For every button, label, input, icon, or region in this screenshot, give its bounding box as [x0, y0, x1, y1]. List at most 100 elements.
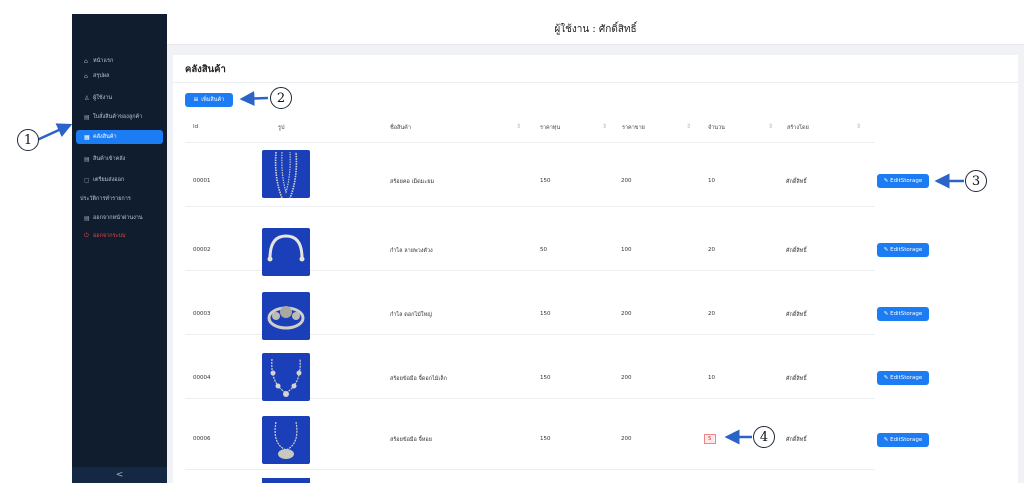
- edit-storage-button[interactable]: ✎ EditStorage: [877, 433, 929, 447]
- product-image: [262, 150, 310, 198]
- sidebar-item-leave-page[interactable]: ▤ ออกจากหน้าผ่านงาน: [76, 211, 163, 225]
- sidebar-item-label: คลังสินค้า: [93, 134, 117, 140]
- current-user-title: ผู้ใช้งาน : ศักดิ์สิทธิ์: [554, 23, 637, 35]
- sidebar-item-label: ประวัติการทำรายการ: [80, 196, 131, 202]
- cell-price: 100: [621, 247, 632, 253]
- home-icon: ⌂: [84, 57, 88, 65]
- cell-created-by: ศักดิ์สิทธิ์: [786, 248, 807, 254]
- product-image: [262, 228, 310, 276]
- product-image: [262, 478, 310, 483]
- sidebar-item-home[interactable]: ⌂ หน้าแรก: [76, 54, 163, 68]
- sidebar-item-label: เตรียมส่งออก: [93, 177, 125, 183]
- sidebar-item-users[interactable]: ♙ ผู้ใช้งาน: [76, 91, 163, 105]
- cell-quantity: 10: [708, 375, 715, 381]
- product-image: [262, 292, 310, 340]
- column-header-image: รูป: [278, 125, 285, 131]
- sidebar-item-logout[interactable]: ⏻ ออกจากระบบ: [76, 229, 163, 243]
- column-header-name[interactable]: ชื่อสินค้า: [390, 124, 411, 132]
- sidebar: ⌂ หน้าแรก ⌂ สรุปผล ♙ ผู้ใช้งาน ▤ ใบสั่งสินค้…: [72, 14, 167, 483]
- document-icon: ▤: [84, 214, 90, 222]
- cell-quantity: 20: [708, 247, 715, 253]
- cell-id: 00004: [193, 375, 211, 381]
- sidebar-item-label: ออกจากหน้าผ่านงาน: [93, 215, 143, 221]
- sort-icon[interactable]: ⇕: [516, 123, 521, 130]
- sidebar-item-label: หน้าแรก: [93, 58, 114, 64]
- cell-cost: 50: [540, 247, 547, 253]
- cell-quantity: 10: [708, 178, 715, 184]
- column-header-quantity[interactable]: จำนวน: [708, 124, 725, 132]
- add-product-label: เพิ่มสินค้า: [201, 97, 225, 103]
- inbound-icon: ▤: [84, 155, 90, 163]
- cell-id: 00006: [193, 436, 211, 442]
- page-title: คลังสินค้า: [185, 64, 226, 75]
- sidebar-item-history[interactable]: ประวัติการทำรายการ: [76, 192, 163, 206]
- user-icon: ♙: [84, 94, 90, 102]
- callout-4: 4: [753, 426, 775, 448]
- cell-quantity: 20: [708, 311, 715, 317]
- sidebar-item-inbound[interactable]: ▤ สินค้าเข้าคลัง: [76, 152, 163, 166]
- sort-icon[interactable]: ⇕: [856, 123, 861, 130]
- cell-created-by: ศักดิ์สิทธิ์: [786, 376, 807, 382]
- sidebar-collapse-button[interactable]: <: [72, 467, 167, 483]
- divider: [173, 82, 1018, 83]
- edit-storage-button[interactable]: ✎ EditStorage: [877, 307, 929, 321]
- document-icon: ▢: [84, 176, 90, 184]
- cell-cost: 150: [540, 436, 551, 442]
- cell-created-by: ศักดิ์สิทธิ์: [786, 437, 807, 443]
- chevron-left-icon: <: [115, 470, 124, 480]
- top-bar: ผู้ใช้งาน : ศักดิ์สิทธิ์: [167, 14, 1024, 45]
- sidebar-item-label: ออกจากระบบ: [93, 233, 126, 239]
- column-header-created-by[interactable]: สร้างโดย: [787, 124, 809, 132]
- product-image: [262, 416, 310, 464]
- sidebar-item-label: สรุปผล: [93, 73, 110, 79]
- callout-1: 1: [17, 129, 39, 151]
- cell-price: 200: [621, 375, 632, 381]
- cell-name: สร้อยข้อมือ จี้หอย: [390, 437, 432, 443]
- sidebar-item-prepare-export[interactable]: ▢ เตรียมส่งออก: [76, 173, 163, 187]
- summary-icon: ⌂: [84, 72, 88, 80]
- callout-2: 2: [270, 87, 292, 109]
- sidebar-item-warehouse[interactable]: ▦ คลังสินค้า: [76, 130, 163, 144]
- sidebar-item-label: ใบสั่งสินค้าของลูกค้า: [93, 114, 143, 120]
- cell-price: 200: [621, 436, 632, 442]
- cell-cost: 150: [540, 375, 551, 381]
- column-header-id: Id: [193, 124, 199, 130]
- cell-cost: 150: [540, 178, 551, 184]
- warehouse-icon: ▦: [84, 133, 90, 141]
- sidebar-item-label: สินค้าเข้าคลัง: [93, 156, 126, 162]
- sort-icon[interactable]: ⇕: [768, 123, 773, 130]
- add-product-button[interactable]: ⊞ เพิ่มสินค้า: [185, 93, 233, 107]
- edit-storage-button[interactable]: ✎ EditStorage: [877, 174, 929, 188]
- cell-name: สร้อยคอ เม็ดมะยม: [390, 179, 435, 185]
- cell-price: 200: [621, 311, 632, 317]
- cell-id: 00001: [193, 178, 211, 184]
- cell-name: กำไล ดอกไม้ใหญ่: [390, 312, 432, 318]
- add-icon: ⊞: [193, 97, 199, 103]
- edit-storage-button[interactable]: ✎ EditStorage: [877, 371, 929, 385]
- sidebar-item-customer-orders[interactable]: ▤ ใบสั่งสินค้าของลูกค้า: [76, 110, 163, 124]
- cell-created-by: ศักดิ์สิทธิ์: [786, 179, 807, 185]
- table-row: 00004 สร้อยข้อมือ จี้ดอกไม้เล็ก 150 200 …: [185, 335, 929, 401]
- cell-cost: 150: [540, 311, 551, 317]
- cell-id: 00003: [193, 311, 211, 317]
- document-icon: ▤: [84, 113, 90, 121]
- product-image: [262, 353, 310, 401]
- cell-price: 200: [621, 178, 632, 184]
- callout-3: 3: [965, 170, 987, 192]
- cell-created-by: ศักดิ์สิทธิ์: [786, 312, 807, 318]
- cell-name: สร้อยข้อมือ จี้ดอกไม้เล็ก: [390, 376, 447, 382]
- sidebar-item-label: ผู้ใช้งาน: [93, 95, 113, 101]
- cell-name: กำไล ลายพวงตัวง: [390, 248, 433, 254]
- column-header-cost[interactable]: ราคาทุน: [540, 124, 560, 132]
- table-row: 00002 กำไล ลายพวงตัวง 50 100 20 ศักดิ์สิ…: [185, 207, 929, 276]
- cell-id: 00002: [193, 247, 211, 253]
- column-header-price[interactable]: ราคาขาย: [622, 124, 645, 132]
- sidebar-item-summary[interactable]: ⌂ สรุปผล: [76, 69, 163, 83]
- power-icon: ⏻: [84, 232, 89, 239]
- table-row: 00003 กำไล ดอกไม้ใหญ่ 150 200 20 ศักดิ์ส…: [185, 271, 929, 340]
- sort-icon[interactable]: ⇕: [602, 123, 607, 130]
- cell-quantity-low-stock: 5: [704, 434, 716, 444]
- table-row: 00001 สร้อยคอ เม็ดมะยม 150 200 10 ศักดิ์…: [185, 143, 929, 207]
- edit-storage-button[interactable]: ✎ EditStorage: [877, 243, 929, 257]
- sort-icon[interactable]: ⇕: [686, 123, 691, 130]
